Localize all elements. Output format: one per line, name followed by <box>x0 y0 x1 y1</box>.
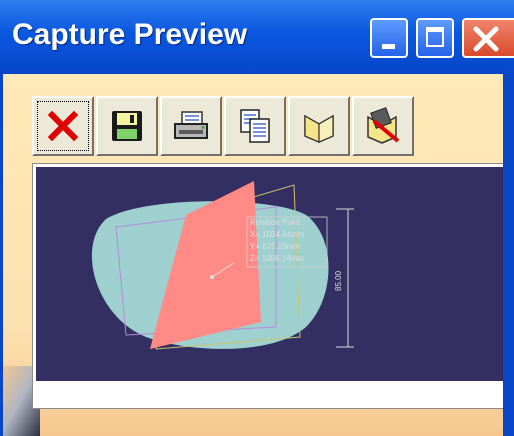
annotation-x: X= 1004.84mm <box>250 230 305 239</box>
album-delete-icon <box>367 107 400 144</box>
captured-image: Rotation Point X= 1004.84mm Y= 675.25mm … <box>36 167 504 381</box>
album-delete-button[interactable] <box>352 96 414 156</box>
dimension-value: 85.00 <box>334 270 343 291</box>
window-border-right <box>503 74 514 436</box>
close-window-button[interactable] <box>462 18 514 58</box>
annotation-y: Y= 675.25mm <box>250 242 300 251</box>
title-bar[interactable]: Capture Preview <box>0 0 514 74</box>
captured-3d-scene: Rotation Point X= 1004.84mm Y= 675.25mm … <box>91 181 354 350</box>
minimize-icon <box>382 44 395 49</box>
window-border-left <box>0 74 3 436</box>
copy-button[interactable] <box>224 96 286 156</box>
album-button[interactable] <box>288 96 350 156</box>
copy-icon <box>240 109 270 143</box>
annotation-z: Z= 1056.14mm <box>250 254 304 263</box>
annotation-heading: Rotation Point <box>250 218 301 227</box>
album-icon <box>304 114 334 143</box>
maximize-icon <box>426 27 444 47</box>
preview-frame: Rotation Point X= 1004.84mm Y= 675.25mm … <box>32 163 508 409</box>
close-capture-button[interactable] <box>32 96 94 156</box>
rotation-point-marker <box>210 275 214 279</box>
printer-icon <box>174 111 208 139</box>
close-icon <box>473 26 499 52</box>
print-button[interactable] <box>160 96 222 156</box>
capture-preview-window: Capture Preview Rotation Point X= 1004.8… <box>0 0 514 436</box>
window-title: Capture Preview <box>12 18 248 51</box>
maximize-button[interactable] <box>416 18 454 58</box>
minimize-button[interactable] <box>370 18 408 58</box>
save-button[interactable] <box>96 96 158 156</box>
save-floppy-icon <box>112 111 142 141</box>
close-x-icon <box>47 110 79 142</box>
toolbar <box>32 96 414 156</box>
